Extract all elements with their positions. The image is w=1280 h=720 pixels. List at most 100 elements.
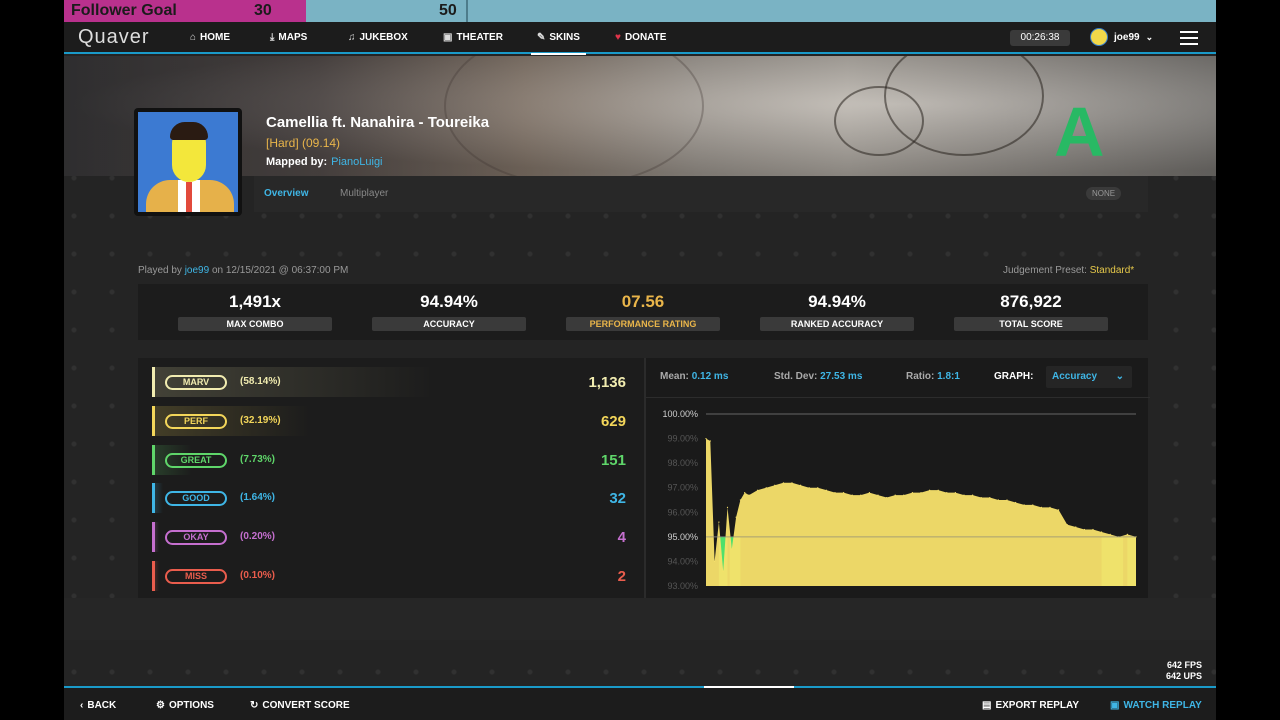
judgement-pill: MISS: [165, 569, 227, 584]
accuracy-point: [1092, 528, 1094, 531]
accuracy-point: [1015, 501, 1017, 504]
accuracy-point: [1126, 533, 1128, 535]
nav-donate[interactable]: ♥ DONATE: [615, 32, 666, 43]
accuracy-point: [920, 492, 922, 494]
stat-value: 876,922: [1000, 292, 1062, 311]
brush-icon: ✎: [537, 32, 546, 43]
accuracy-point: [868, 492, 870, 494]
y-tick-label: 93.00%: [667, 581, 698, 591]
judgement-row-perf: PERF (32.19%) 629: [152, 405, 632, 436]
stat-label: ACCURACY: [372, 317, 526, 331]
accuracy-point: [1049, 506, 1051, 508]
judgement-row-miss: MISS (0.10%) 2: [152, 561, 632, 591]
fps-counter: 642 FPS 642 UPS: [1166, 660, 1203, 681]
graph-header: Mean: 0.12 ms Std. Dev: 27.53 ms Ratio: …: [646, 358, 1150, 398]
hamburger-menu-icon[interactable]: [1180, 31, 1198, 45]
accuracy-point: [817, 487, 819, 489]
judgement-percent: (7.73%): [240, 453, 276, 465]
judgement-preset: Judgement Preset: Standard*: [1003, 265, 1135, 276]
accuracy-point: [722, 570, 724, 572]
judgement-percent: (0.20%): [240, 531, 276, 543]
options-button[interactable]: ⚙ OPTIONS: [156, 700, 214, 711]
graph-type-dropdown[interactable]: Accuracy ⌄: [1046, 366, 1132, 388]
screen: Follower Goal 30 50 Quaver ⌂ HOME ⤓ MAPS ♫…: [0, 0, 1280, 720]
accuracy-point: [774, 484, 776, 486]
judgement-percent: (1.64%): [240, 492, 276, 504]
export-replay-button[interactable]: ▤ EXPORT REPLAY: [982, 700, 1079, 711]
map-thumbnail: [134, 108, 242, 216]
judgement-fill: [155, 561, 159, 591]
heart-icon: ♥: [615, 32, 621, 43]
accuracy-point: [834, 492, 836, 494]
judgement-count: 1,136: [588, 374, 626, 391]
back-button[interactable]: ‹ BACK: [80, 700, 116, 711]
accuracy-point: [735, 516, 737, 518]
nav-skins[interactable]: ✎ SKINS: [531, 32, 586, 55]
judgement-row-great: GREAT (7.73%) 151: [152, 444, 632, 475]
accuracy-chart: 100.00% 99.00% 98.00% 97.00% 96.00% 95.00% 94.…: [662, 409, 1137, 591]
accuracy-point: [980, 496, 982, 499]
nav-home-label: HOME: [200, 32, 231, 43]
convert-score-button[interactable]: ↻ CONVERT SCORE: [250, 700, 350, 711]
user-menu[interactable]: joe99 ⌄: [1090, 28, 1153, 46]
judgement-row-good: GOOD (1.64%) 32: [152, 483, 632, 514]
y-tick-label: 100.00%: [662, 409, 698, 419]
accuracy-point: [731, 548, 733, 550]
top-navigation: Quaver ⌂ HOME ⤓ MAPS ♫ JUKEBOX ▣ THEATER ✎ SK…: [64, 22, 1216, 55]
player-link[interactable]: joe99: [185, 265, 209, 276]
song-title: Camellia ft. Nanahira - Toureika: [266, 114, 490, 131]
tab-multiplayer[interactable]: Multiplayer: [340, 188, 388, 199]
y-tick-label: 97.00%: [667, 483, 698, 493]
accuracy-point: [997, 499, 999, 501]
username: joe99: [1114, 31, 1140, 43]
y-tick-label: 94.00%: [667, 556, 698, 566]
accuracy-point: [877, 494, 879, 496]
accuracy-point: [800, 484, 802, 486]
judgement-pill: GREAT: [165, 452, 227, 468]
played-by: Played by joe99 on 12/15/2021 @ 06:37:00…: [138, 265, 349, 276]
accuracy-point: [782, 482, 784, 484]
stat-label: RANKED ACCURACY: [760, 317, 914, 331]
accuracy-point: [903, 494, 905, 496]
stat-ranked-accuracy: 94.94% RANKED ACCURACY: [760, 292, 914, 331]
ratio-stat: Ratio: 1.8:1: [906, 371, 960, 382]
accuracy-area: [706, 438, 1136, 586]
nav-jukebox-label: JUKEBOX: [359, 32, 408, 43]
nav-theater[interactable]: ▣ THEATER: [443, 32, 503, 43]
watch-replay-button[interactable]: ▣ WATCH REPLAY: [1110, 700, 1202, 711]
judgement-pill: MARV: [165, 375, 227, 390]
accuracy-point: [946, 492, 948, 494]
accuracy-point: [1083, 528, 1085, 531]
session-timer: 00:26:38: [1010, 30, 1070, 46]
accuracy-point: [937, 489, 939, 491]
save-icon: ▤: [982, 700, 992, 711]
nav-home[interactable]: ⌂ HOME: [190, 32, 230, 43]
camera-icon: ▣: [1110, 700, 1120, 711]
accuracy-point: [1023, 504, 1025, 506]
nav-jukebox[interactable]: ♫ JUKEBOX: [348, 32, 408, 43]
accuracy-point: [1032, 504, 1034, 506]
judgement-percent: (32.19%): [240, 414, 281, 426]
judgement-count: 2: [617, 568, 626, 585]
nav-theater-label: THEATER: [456, 32, 503, 43]
mean-stat: Mean: 0.12 ms: [660, 371, 729, 382]
play-date: on 12/15/2021 @ 06:37:00 PM: [211, 265, 349, 276]
accuracy-point: [726, 506, 729, 508]
difficulty: [Hard] (09.14): [266, 136, 341, 150]
avatar: [1090, 28, 1108, 46]
accuracy-point: [1040, 506, 1042, 508]
accuracy-point: [989, 496, 991, 499]
stat-accuracy: 94.94% ACCURACY: [372, 292, 526, 331]
judgement-row-okay: OKAY (0.20%) 4: [152, 522, 632, 553]
mapped-by: Mapped by: PianoLuigi: [266, 156, 383, 168]
footer-strip: [64, 598, 1216, 640]
modifier-badge: NONE: [1086, 187, 1122, 200]
nav-maps[interactable]: ⤓ MAPS: [270, 32, 307, 43]
stat-performance-rating: 07.56 PERFORMANCE RATING: [566, 292, 720, 331]
accuracy-point: [808, 487, 810, 489]
tab-overview[interactable]: Overview: [264, 188, 308, 199]
quaver-logo[interactable]: Quaver: [78, 26, 150, 49]
mapper-link[interactable]: PianoLuigi: [331, 156, 382, 168]
follower-goal-divider: [466, 0, 468, 22]
accuracy-point: [911, 492, 913, 494]
